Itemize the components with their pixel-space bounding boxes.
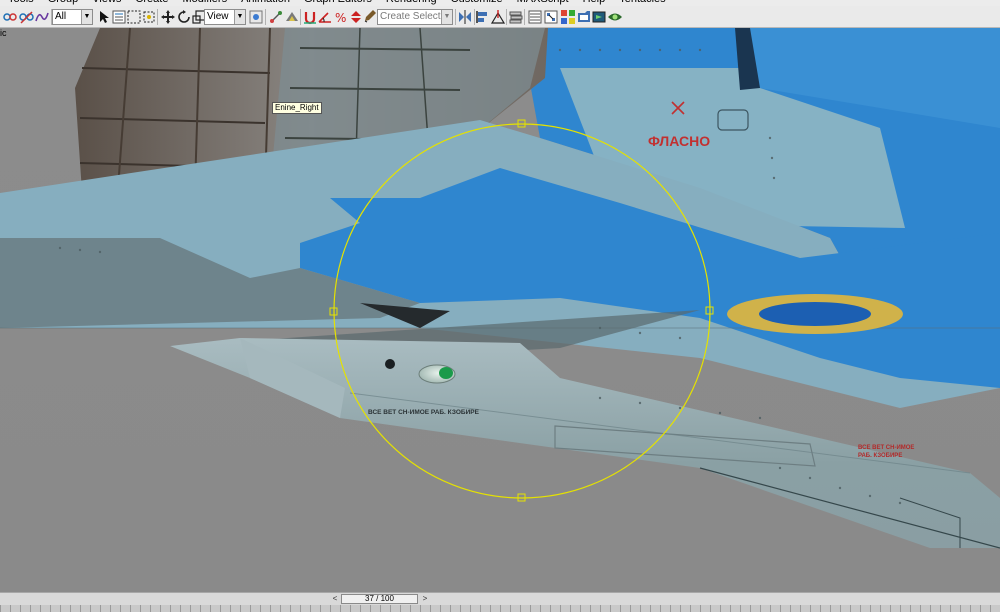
toolbar-separator	[300, 9, 301, 25]
menu-item-create[interactable]: Create	[135, 0, 168, 5]
green-lens	[439, 367, 453, 379]
select-and-rotate-icon[interactable]	[176, 9, 192, 25]
reference-coordinate-dropdown[interactable]: View ▼	[204, 9, 246, 25]
toolbar-separator	[455, 9, 456, 25]
viewport-label[interactable]: ic	[0, 28, 7, 38]
normal-align-icon[interactable]	[490, 9, 506, 25]
time-slider[interactable]: < 37 / 100 >	[0, 592, 1000, 605]
track-bar[interactable]	[0, 605, 1000, 612]
right-stencil-line2: РАБ. КЗОБИРЕ	[858, 453, 902, 459]
roundel	[727, 294, 903, 334]
selection-filter-dropdown[interactable]: All ▼	[52, 9, 93, 25]
right-stencil-line1: ВСЕ ВЕТ СН-ИМОЕ	[858, 445, 914, 451]
bind-to-space-warp-icon[interactable]	[34, 9, 50, 25]
toolbar-separator	[157, 9, 158, 25]
time-slider-next-button[interactable]: >	[419, 594, 431, 604]
select-by-name-icon[interactable]	[111, 9, 127, 25]
render-setup-icon[interactable]	[576, 9, 592, 25]
track-view-icon[interactable]	[527, 9, 543, 25]
object-name-tooltip: Enine_Right	[272, 102, 322, 114]
tail-marking-text: ФЛАСНО	[648, 133, 710, 149]
chevron-down-icon: ▼	[234, 10, 245, 24]
percent-snap-toggle-icon[interactable]: %	[333, 9, 349, 25]
menu-item-maxscript[interactable]: MAXScript	[517, 0, 569, 5]
window-crossing-icon[interactable]	[141, 9, 157, 25]
snaps-toggle-icon[interactable]	[302, 9, 318, 25]
unlink-selection-icon[interactable]	[18, 9, 34, 25]
menu-item-help[interactable]: Help	[583, 0, 606, 5]
toolbar-separator	[265, 9, 266, 25]
rectangular-selection-region-icon[interactable]	[126, 9, 142, 25]
keyboard-shortcut-override-icon[interactable]	[284, 9, 300, 25]
reference-coordinate-value: View	[207, 11, 229, 22]
angle-snap-toggle-icon[interactable]	[317, 9, 333, 25]
menu-item-tentacles[interactable]: Tentacles	[619, 0, 665, 5]
viewport-scene: ФЛАСНО ВСЕ ВЕТ СН-ИМОЕ РАБ. КЗОБИРЕ ВСЕ …	[0, 28, 1000, 592]
schematic-view-icon[interactable]	[543, 9, 559, 25]
select-and-manipulate-icon[interactable]	[268, 9, 284, 25]
layer-manager-icon[interactable]	[508, 9, 524, 25]
chevron-down-icon: ▼	[441, 10, 452, 24]
menu-item-group[interactable]: Group	[48, 0, 79, 5]
menu-item-animation[interactable]: Animation	[241, 0, 290, 5]
menu-item-rendering[interactable]: Rendering	[386, 0, 437, 5]
edit-named-selection-sets-icon[interactable]	[362, 9, 378, 25]
svg-text:%: %	[335, 11, 346, 25]
select-and-move-icon[interactable]	[160, 9, 176, 25]
toolbar-separator	[506, 9, 507, 25]
chevron-down-icon: ▼	[81, 10, 92, 24]
select-and-link-icon[interactable]	[2, 9, 18, 25]
select-object-icon[interactable]	[96, 9, 112, 25]
rendered-frame-window-icon[interactable]	[592, 9, 608, 25]
pod-hole	[385, 359, 395, 369]
main-toolbar: All ▼ View ▼ % Create Selection Se ▼	[0, 6, 1000, 28]
perspective-viewport[interactable]: ФЛАСНО ВСЕ ВЕТ СН-ИМОЕ РАБ. КЗОБИРЕ ВСЕ …	[0, 28, 1000, 592]
render-production-icon[interactable]	[607, 9, 623, 25]
menu-item-modifiers[interactable]: Modifiers	[182, 0, 227, 5]
align-icon[interactable]	[475, 9, 491, 25]
menu-items: Tools Group Views Create Modifiers Animation G…	[8, 0, 666, 5]
menu-item-views[interactable]: Views	[92, 0, 121, 5]
menu-item-customize[interactable]: Customize	[451, 0, 503, 5]
time-slider-thumb[interactable]: 37 / 100	[341, 594, 418, 604]
selection-filter-value: All	[55, 11, 67, 22]
use-pivot-center-icon[interactable]	[248, 9, 264, 25]
track-bar-ticks	[0, 605, 1000, 612]
named-selection-set-field[interactable]: Create Selection Se ▼	[377, 9, 453, 25]
wing-stencil-text: ВСЕ ВЕТ СН-ИМОЕ РАБ. КЗОБИРЕ	[368, 409, 480, 416]
menu-item-graph-editors[interactable]: Graph Editors	[304, 0, 372, 5]
toolbar-separator	[524, 9, 525, 25]
material-editor-icon[interactable]	[560, 9, 576, 25]
menu-item-tools[interactable]: Tools	[8, 0, 34, 5]
mirror-icon[interactable]	[457, 9, 473, 25]
time-slider-prev-button[interactable]: <	[329, 594, 341, 604]
